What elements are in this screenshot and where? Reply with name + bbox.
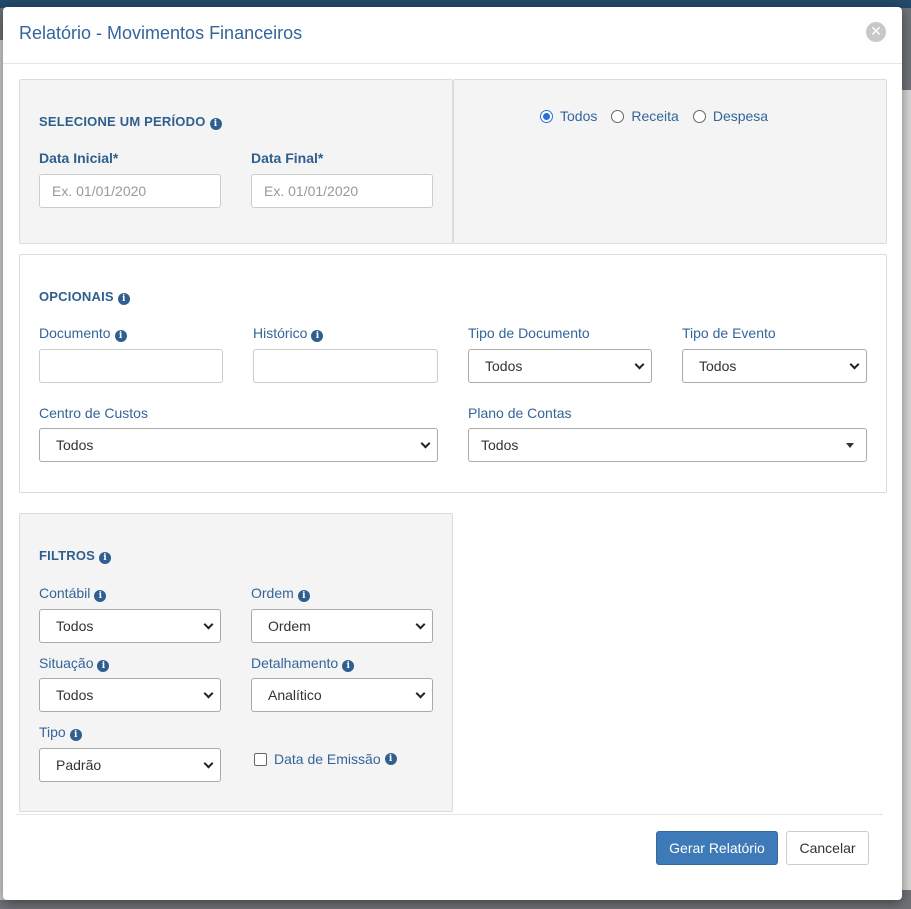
tipo-evento-select[interactable]: Todos bbox=[682, 349, 867, 383]
tipo-documento-label: Tipo de Documento bbox=[468, 325, 590, 341]
data-emissao-checkbox[interactable] bbox=[254, 752, 267, 766]
ordem-select[interactable]: Ordem bbox=[251, 609, 433, 643]
radio-receita-label: Receita bbox=[631, 108, 679, 124]
chevron-down-icon bbox=[203, 688, 214, 699]
detalhamento-value: Analítico bbox=[268, 687, 322, 703]
info-icon[interactable]: i bbox=[99, 552, 112, 564]
data-inicial-input[interactable] bbox=[39, 174, 221, 208]
radio-receita[interactable]: Receita bbox=[611, 108, 679, 124]
documento-input[interactable] bbox=[39, 349, 223, 383]
chevron-down-icon bbox=[415, 688, 426, 699]
chevron-down-icon bbox=[203, 619, 214, 630]
modal-header: Relatório - Movimentos Financeiros ✕ bbox=[3, 7, 902, 64]
documento-label-text: Documento bbox=[39, 325, 111, 341]
ordem-label-text: Ordem bbox=[251, 585, 294, 601]
radio-todos[interactable]: Todos bbox=[540, 108, 597, 124]
data-emissao-option[interactable]: Data de Emissão i bbox=[254, 751, 397, 767]
tipo-evento-label: Tipo de Evento bbox=[682, 325, 776, 341]
tipo-movimento-radio-group: Todos Receita Despesa bbox=[540, 108, 782, 124]
contabil-select[interactable]: Todos bbox=[39, 609, 221, 643]
centro-custos-select[interactable]: Todos bbox=[39, 428, 438, 462]
info-icon[interactable]: i bbox=[297, 590, 310, 602]
situacao-label-text: Situação bbox=[39, 655, 94, 671]
centro-custos-label: Centro de Custos bbox=[39, 405, 148, 421]
radio-despesa-input[interactable] bbox=[692, 109, 706, 123]
detalhamento-select[interactable]: Analítico bbox=[251, 678, 433, 712]
contabil-value: Todos bbox=[56, 618, 94, 634]
tipo-documento-value: Todos bbox=[485, 358, 523, 374]
tipo-label: Tipo i bbox=[39, 724, 82, 741]
historico-input[interactable] bbox=[253, 349, 438, 383]
tipo-select[interactable]: Padrão bbox=[39, 748, 221, 782]
chevron-down-icon bbox=[415, 619, 426, 630]
info-icon[interactable]: i bbox=[342, 660, 355, 672]
info-icon[interactable]: i bbox=[311, 330, 324, 342]
filtros-title-text: FILTROS bbox=[39, 548, 96, 563]
tipo-label-text: Tipo bbox=[39, 724, 66, 740]
centro-custos-value: Todos bbox=[56, 437, 94, 453]
tipo-documento-select[interactable]: Todos bbox=[468, 349, 652, 383]
filtros-title: FILTROS i bbox=[39, 548, 112, 564]
tipo-evento-value: Todos bbox=[699, 358, 737, 374]
modal-title: Relatório - Movimentos Financeiros bbox=[19, 23, 303, 43]
chevron-down-icon bbox=[203, 758, 214, 769]
radio-receita-input[interactable] bbox=[611, 109, 625, 123]
contabil-label-text: Contábil bbox=[39, 585, 91, 601]
info-icon[interactable]: i bbox=[209, 118, 222, 130]
contabil-label: Contábil i bbox=[39, 585, 107, 602]
plano-contas-label: Plano de Contas bbox=[468, 405, 572, 421]
data-final-input[interactable] bbox=[251, 174, 433, 208]
chevron-down-icon bbox=[420, 438, 431, 449]
plano-contas-value: Todos bbox=[481, 437, 519, 453]
data-inicial-label: Data Inicial* bbox=[39, 150, 119, 166]
background-app-right bbox=[902, 90, 911, 890]
caret-down-icon bbox=[846, 443, 854, 448]
opcionais-title-text: OPCIONAIS bbox=[39, 289, 114, 304]
ordem-label: Ordem i bbox=[251, 585, 310, 602]
gerar-relatorio-button[interactable]: Gerar Relatório bbox=[656, 831, 778, 865]
radio-despesa-label: Despesa bbox=[712, 108, 769, 124]
info-icon[interactable]: i bbox=[117, 293, 130, 305]
historico-label: Histórico i bbox=[253, 325, 324, 342]
info-icon[interactable]: i bbox=[94, 590, 107, 602]
footer-divider bbox=[16, 814, 883, 815]
ordem-value: Ordem bbox=[268, 618, 311, 634]
tipo-movimento-panel bbox=[453, 79, 887, 244]
detalhamento-label: Detalhamento i bbox=[251, 655, 355, 672]
detalhamento-label-text: Detalhamento bbox=[251, 655, 339, 671]
chevron-down-icon bbox=[849, 359, 860, 370]
historico-label-text: Histórico bbox=[253, 325, 308, 341]
cancelar-button[interactable]: Cancelar bbox=[786, 831, 869, 865]
chevron-down-icon bbox=[634, 359, 645, 370]
radio-todos-label: Todos bbox=[560, 108, 598, 124]
periodo-title-text: SELECIONE UM PERÍODO bbox=[39, 114, 206, 129]
data-final-label: Data Final* bbox=[251, 150, 324, 166]
data-emissao-label: Data de Emissão bbox=[274, 751, 381, 767]
info-icon[interactable]: i bbox=[97, 660, 110, 672]
documento-label: Documento i bbox=[39, 325, 127, 342]
radio-despesa[interactable]: Despesa bbox=[692, 108, 769, 124]
situacao-label: Situação i bbox=[39, 655, 110, 672]
situacao-value: Todos bbox=[56, 687, 94, 703]
situacao-select[interactable]: Todos bbox=[39, 678, 221, 712]
info-icon[interactable]: i bbox=[69, 729, 82, 741]
radio-todos-input[interactable] bbox=[540, 109, 553, 123]
periodo-title: SELECIONE UM PERÍODO i bbox=[39, 114, 222, 130]
opcionais-title: OPCIONAIS i bbox=[39, 289, 130, 305]
tipo-value: Padrão bbox=[56, 757, 102, 773]
info-icon[interactable]: i bbox=[114, 330, 127, 342]
plano-contas-select[interactable]: Todos bbox=[468, 428, 867, 462]
info-icon[interactable]: i bbox=[384, 753, 397, 765]
close-icon[interactable]: ✕ bbox=[866, 22, 886, 42]
